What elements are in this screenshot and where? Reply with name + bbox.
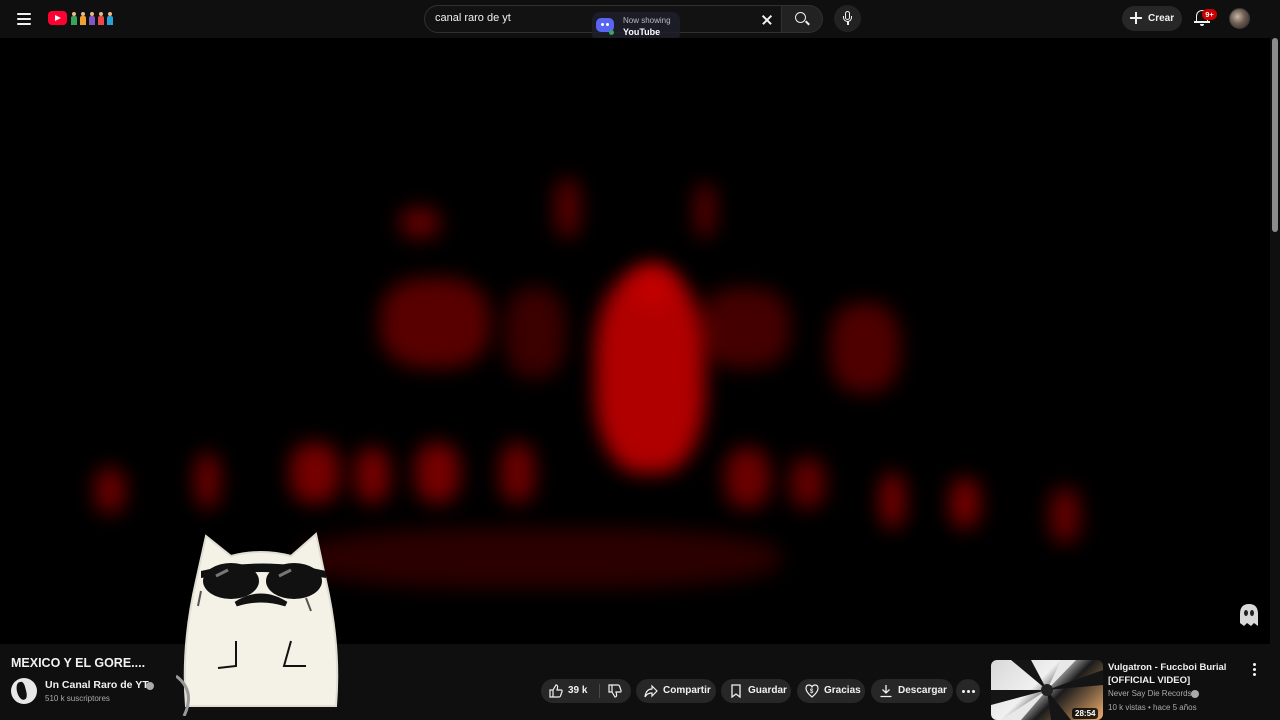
- doodle-dancers: [70, 11, 114, 25]
- plus-icon: [1130, 12, 1142, 24]
- recommended-video[interactable]: 28:54 Vulgatron - Fuccboi Burial [OFFICI…: [991, 660, 1261, 720]
- search-input[interactable]: [435, 12, 735, 24]
- share-icon: [644, 684, 658, 698]
- more-actions-button[interactable]: [956, 679, 980, 703]
- download-button[interactable]: Descargar: [871, 679, 953, 703]
- account-avatar[interactable]: [1229, 8, 1250, 29]
- thumbs-up-icon: [549, 684, 563, 698]
- search-button[interactable]: [782, 5, 823, 33]
- thanks-label: Gracias: [824, 685, 861, 696]
- scrollbar-thumb[interactable]: [1272, 38, 1278, 232]
- video-title: MEXICO Y EL GORE....: [11, 656, 146, 670]
- save-button[interactable]: Guardar: [721, 679, 791, 703]
- create-label: Crear: [1148, 13, 1175, 24]
- thumbs-down-icon: [608, 684, 622, 698]
- create-button[interactable]: Crear: [1122, 6, 1182, 31]
- bookmark-icon: [731, 684, 741, 698]
- more-vertical-icon[interactable]: [1250, 662, 1258, 678]
- share-button[interactable]: Compartir: [636, 679, 716, 703]
- channel-avatar[interactable]: [11, 678, 37, 704]
- recommended-meta: 10 k vistas • hace 5 años: [1108, 703, 1197, 712]
- now-showing-label: Now showing: [623, 16, 671, 25]
- download-icon: [880, 685, 892, 698]
- more-horizontal-icon: [962, 690, 975, 693]
- verified-icon: [146, 682, 154, 690]
- like-count: 39 k: [568, 685, 588, 696]
- like-dislike-group: 39 k: [541, 679, 631, 703]
- recommended-title[interactable]: Vulgatron - Fuccboi Burial [OFFICIAL VID…: [1108, 661, 1243, 687]
- dislike-button[interactable]: [600, 679, 631, 703]
- video-duration: 28:54: [1072, 708, 1099, 719]
- youtube-doodle-logo[interactable]: [48, 11, 114, 25]
- now-showing-app: YouTube: [623, 27, 661, 37]
- clear-search-icon[interactable]: [757, 10, 777, 30]
- online-status-dot: [609, 30, 614, 35]
- svg-text:$: $: [810, 689, 814, 695]
- save-label: Guardar: [748, 685, 787, 696]
- ghost-icon: [1240, 604, 1258, 626]
- sunglasses-cat-sticker: [176, 532, 339, 716]
- download-label: Descargar: [898, 685, 947, 696]
- recommended-channel[interactable]: Never Say Die Records: [1108, 689, 1192, 698]
- search-icon: [795, 12, 806, 23]
- share-label: Compartir: [663, 685, 711, 696]
- menu-icon[interactable]: [12, 7, 36, 31]
- youtube-play-icon: [48, 11, 67, 25]
- like-button[interactable]: 39 k: [541, 679, 599, 703]
- channel-name[interactable]: Un Canal Raro de YT: [45, 679, 149, 691]
- thanks-icon: $: [805, 684, 819, 698]
- subscriber-count: 510 k suscriptores: [45, 694, 110, 703]
- notifications-badge: 9+: [1202, 9, 1217, 20]
- thanks-button[interactable]: $ Gracias: [797, 679, 865, 703]
- verified-icon: [1191, 690, 1199, 698]
- voice-search-button[interactable]: [834, 5, 861, 32]
